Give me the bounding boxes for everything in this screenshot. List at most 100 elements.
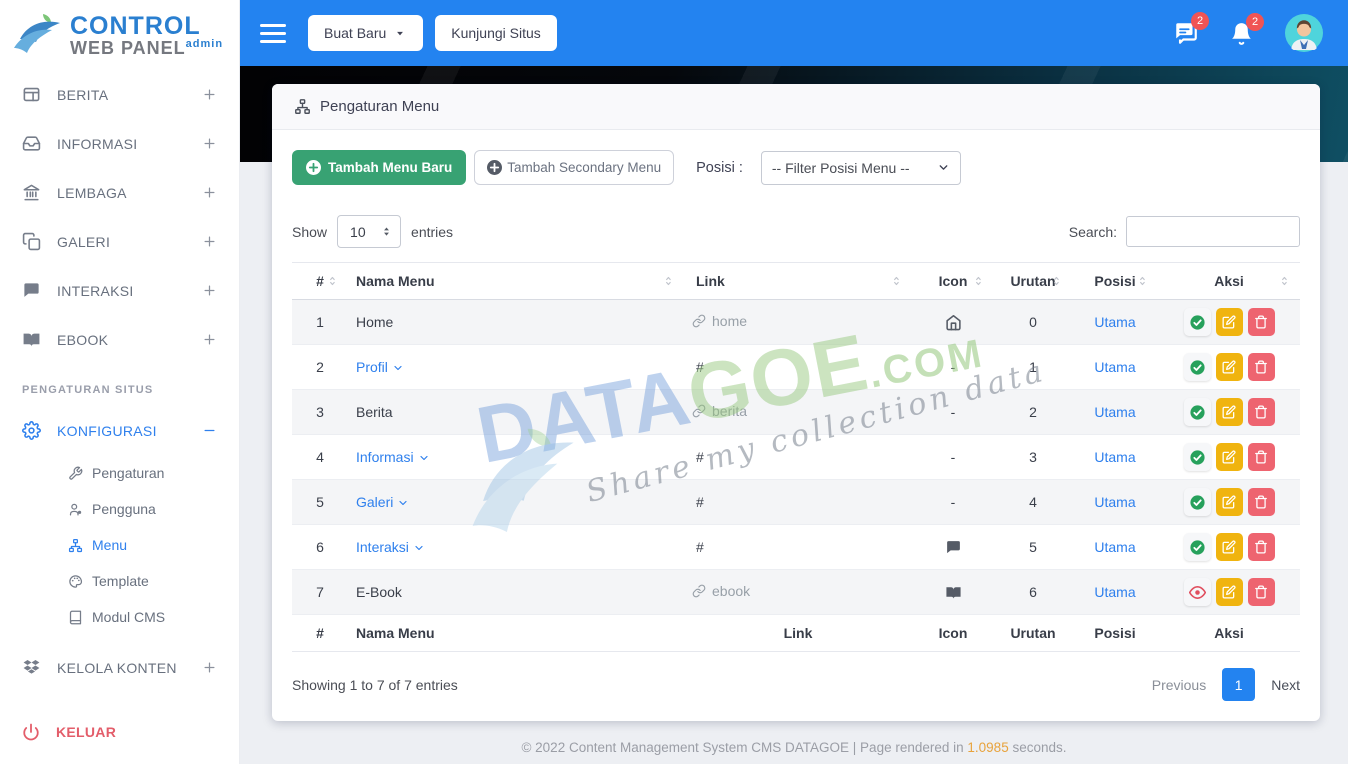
sidebar-item-kelola-konten[interactable]: KELOLA KONTEN (0, 643, 239, 692)
sidebar-subitem-pengaturan[interactable]: Pengaturan (0, 455, 239, 491)
topbar: Buat Baru Kunjungi Situs 2 2 (240, 0, 1348, 66)
edit-button[interactable] (1216, 578, 1243, 606)
delete-button[interactable] (1248, 578, 1275, 606)
column-header-aksi[interactable]: Aksi (1158, 263, 1300, 300)
status-active-button[interactable] (1184, 353, 1211, 381)
delete-button[interactable] (1248, 533, 1275, 561)
sidebar-item-galeri[interactable]: GALERI (0, 217, 239, 266)
posisi-link[interactable]: Utama (1094, 494, 1135, 510)
delete-button[interactable] (1248, 488, 1275, 516)
trash-icon (1254, 315, 1268, 329)
delete-button[interactable] (1248, 308, 1275, 336)
menu-name-link[interactable]: Profil (356, 359, 404, 375)
edit-button[interactable] (1216, 308, 1243, 336)
delete-button[interactable] (1248, 443, 1275, 471)
menu-name-link[interactable]: Interaksi (356, 539, 425, 555)
edit-button[interactable] (1216, 353, 1243, 381)
sidebar-subitem-menu[interactable]: Menu (0, 527, 239, 563)
buat-baru-button[interactable]: Buat Baru (308, 15, 423, 51)
posisi-link[interactable]: Utama (1094, 584, 1135, 600)
posisi-link[interactable]: Utama (1094, 539, 1135, 555)
copy-icon (22, 232, 41, 251)
pagination-page-1[interactable]: 1 (1222, 668, 1255, 701)
status-active-button[interactable] (1184, 533, 1211, 561)
status-hidden-button[interactable] (1184, 578, 1211, 606)
link-icon (692, 314, 706, 328)
check-circle-icon (1189, 494, 1206, 511)
sidebar-item-keluar[interactable]: KELUAR (0, 707, 239, 756)
edit-icon (1222, 360, 1236, 374)
home-icon (945, 314, 962, 331)
messages-button[interactable]: 2 (1173, 20, 1199, 46)
notifications-button[interactable]: 2 (1229, 21, 1254, 46)
posisi-link[interactable]: Utama (1094, 314, 1135, 330)
sidebar-item-interaksi[interactable]: INTERAKSI (0, 266, 239, 315)
column-header-icon[interactable]: Icon (912, 263, 994, 300)
menu-name-link[interactable]: Informasi (356, 449, 430, 465)
plus-icon (202, 283, 217, 298)
status-active-button[interactable] (1184, 308, 1211, 336)
page-title: Pengaturan Menu (320, 98, 439, 115)
edit-button[interactable] (1216, 533, 1243, 561)
check-circle-icon (1189, 449, 1206, 466)
pagination-previous[interactable]: Previous (1152, 677, 1206, 693)
sidebar-item-ebook[interactable]: EBOOK (0, 315, 239, 364)
sidebar-subitem-pengguna[interactable]: Pengguna (0, 491, 239, 527)
search-input[interactable] (1126, 216, 1300, 247)
status-active-button[interactable] (1184, 443, 1211, 471)
column-header-num[interactable]: # (292, 263, 348, 300)
kunjungi-situs-button[interactable]: Kunjungi Situs (435, 15, 557, 51)
sidebar-item-informasi[interactable]: INFORMASI (0, 119, 239, 168)
newspaper-icon (22, 85, 41, 104)
posisi-link[interactable]: Utama (1094, 404, 1135, 420)
status-active-button[interactable] (1184, 398, 1211, 426)
pagination-next[interactable]: Next (1271, 677, 1300, 693)
logo-text-control: CONTROL (70, 14, 223, 39)
menu-link: # (696, 359, 704, 375)
posisi-link[interactable]: Utama (1094, 359, 1135, 375)
sidebar-section-label: PENGATURAN SITUS (0, 364, 239, 406)
page-footer: © 2022 Content Management System CMS DAT… (240, 740, 1348, 755)
pagination: Previous 1 Next (1152, 668, 1300, 701)
sort-icon (890, 274, 904, 288)
minus-icon (202, 423, 217, 438)
sort-icon (972, 274, 986, 288)
bank-icon (22, 183, 41, 202)
sidebar-subitem-template[interactable]: Template (0, 563, 239, 599)
column-header-nama-menu[interactable]: Nama Menu (348, 263, 684, 300)
posisi-filter-select[interactable]: -- Filter Posisi Menu -- (761, 151, 961, 185)
hamburger-menu-icon[interactable] (260, 24, 286, 43)
delete-button[interactable] (1248, 398, 1275, 426)
user-avatar[interactable] (1284, 13, 1324, 53)
check-circle-icon (1189, 314, 1206, 331)
edit-icon (1222, 495, 1236, 509)
sidebar-subitem-modul-cms[interactable]: Modul CMS (0, 599, 239, 635)
page-size-select[interactable]: 10 (337, 215, 401, 248)
column-header-link[interactable]: Link (684, 263, 912, 300)
sort-icon (1050, 274, 1064, 288)
edit-button[interactable] (1216, 443, 1243, 471)
panel-header: Pengaturan Menu (272, 84, 1320, 130)
delete-button[interactable] (1248, 353, 1275, 381)
menu-name-link[interactable]: Galeri (356, 494, 409, 510)
book-open-icon (22, 330, 41, 349)
sidebar-item-lembaga[interactable]: LEMBAGA (0, 168, 239, 217)
app-logo[interactable]: CONTROL WEB PANELadmin (0, 0, 239, 70)
power-icon (22, 723, 40, 741)
dropbox-icon (22, 658, 41, 677)
edit-button[interactable] (1216, 398, 1243, 426)
status-active-button[interactable] (1184, 488, 1211, 516)
footer-header-nama-menu: Nama Menu (348, 615, 684, 652)
edit-icon (1222, 540, 1236, 554)
table-controls: Show 10 entries Search: (292, 215, 1300, 248)
footer-header-num: # (292, 615, 348, 652)
tambah-menu-baru-button[interactable]: Tambah Menu Baru (292, 150, 466, 185)
column-header-urutan[interactable]: Urutan (994, 263, 1072, 300)
edit-button[interactable] (1216, 488, 1243, 516)
posisi-link[interactable]: Utama (1094, 449, 1135, 465)
tambah-secondary-menu-button[interactable]: Tambah Secondary Menu (474, 150, 674, 185)
column-header-posisi[interactable]: Posisi (1072, 263, 1158, 300)
sort-icon (1278, 274, 1292, 288)
sidebar-item-konfigurasi[interactable]: KONFIGURASI (0, 406, 239, 455)
sidebar-item-berita[interactable]: BERITA (0, 70, 239, 119)
